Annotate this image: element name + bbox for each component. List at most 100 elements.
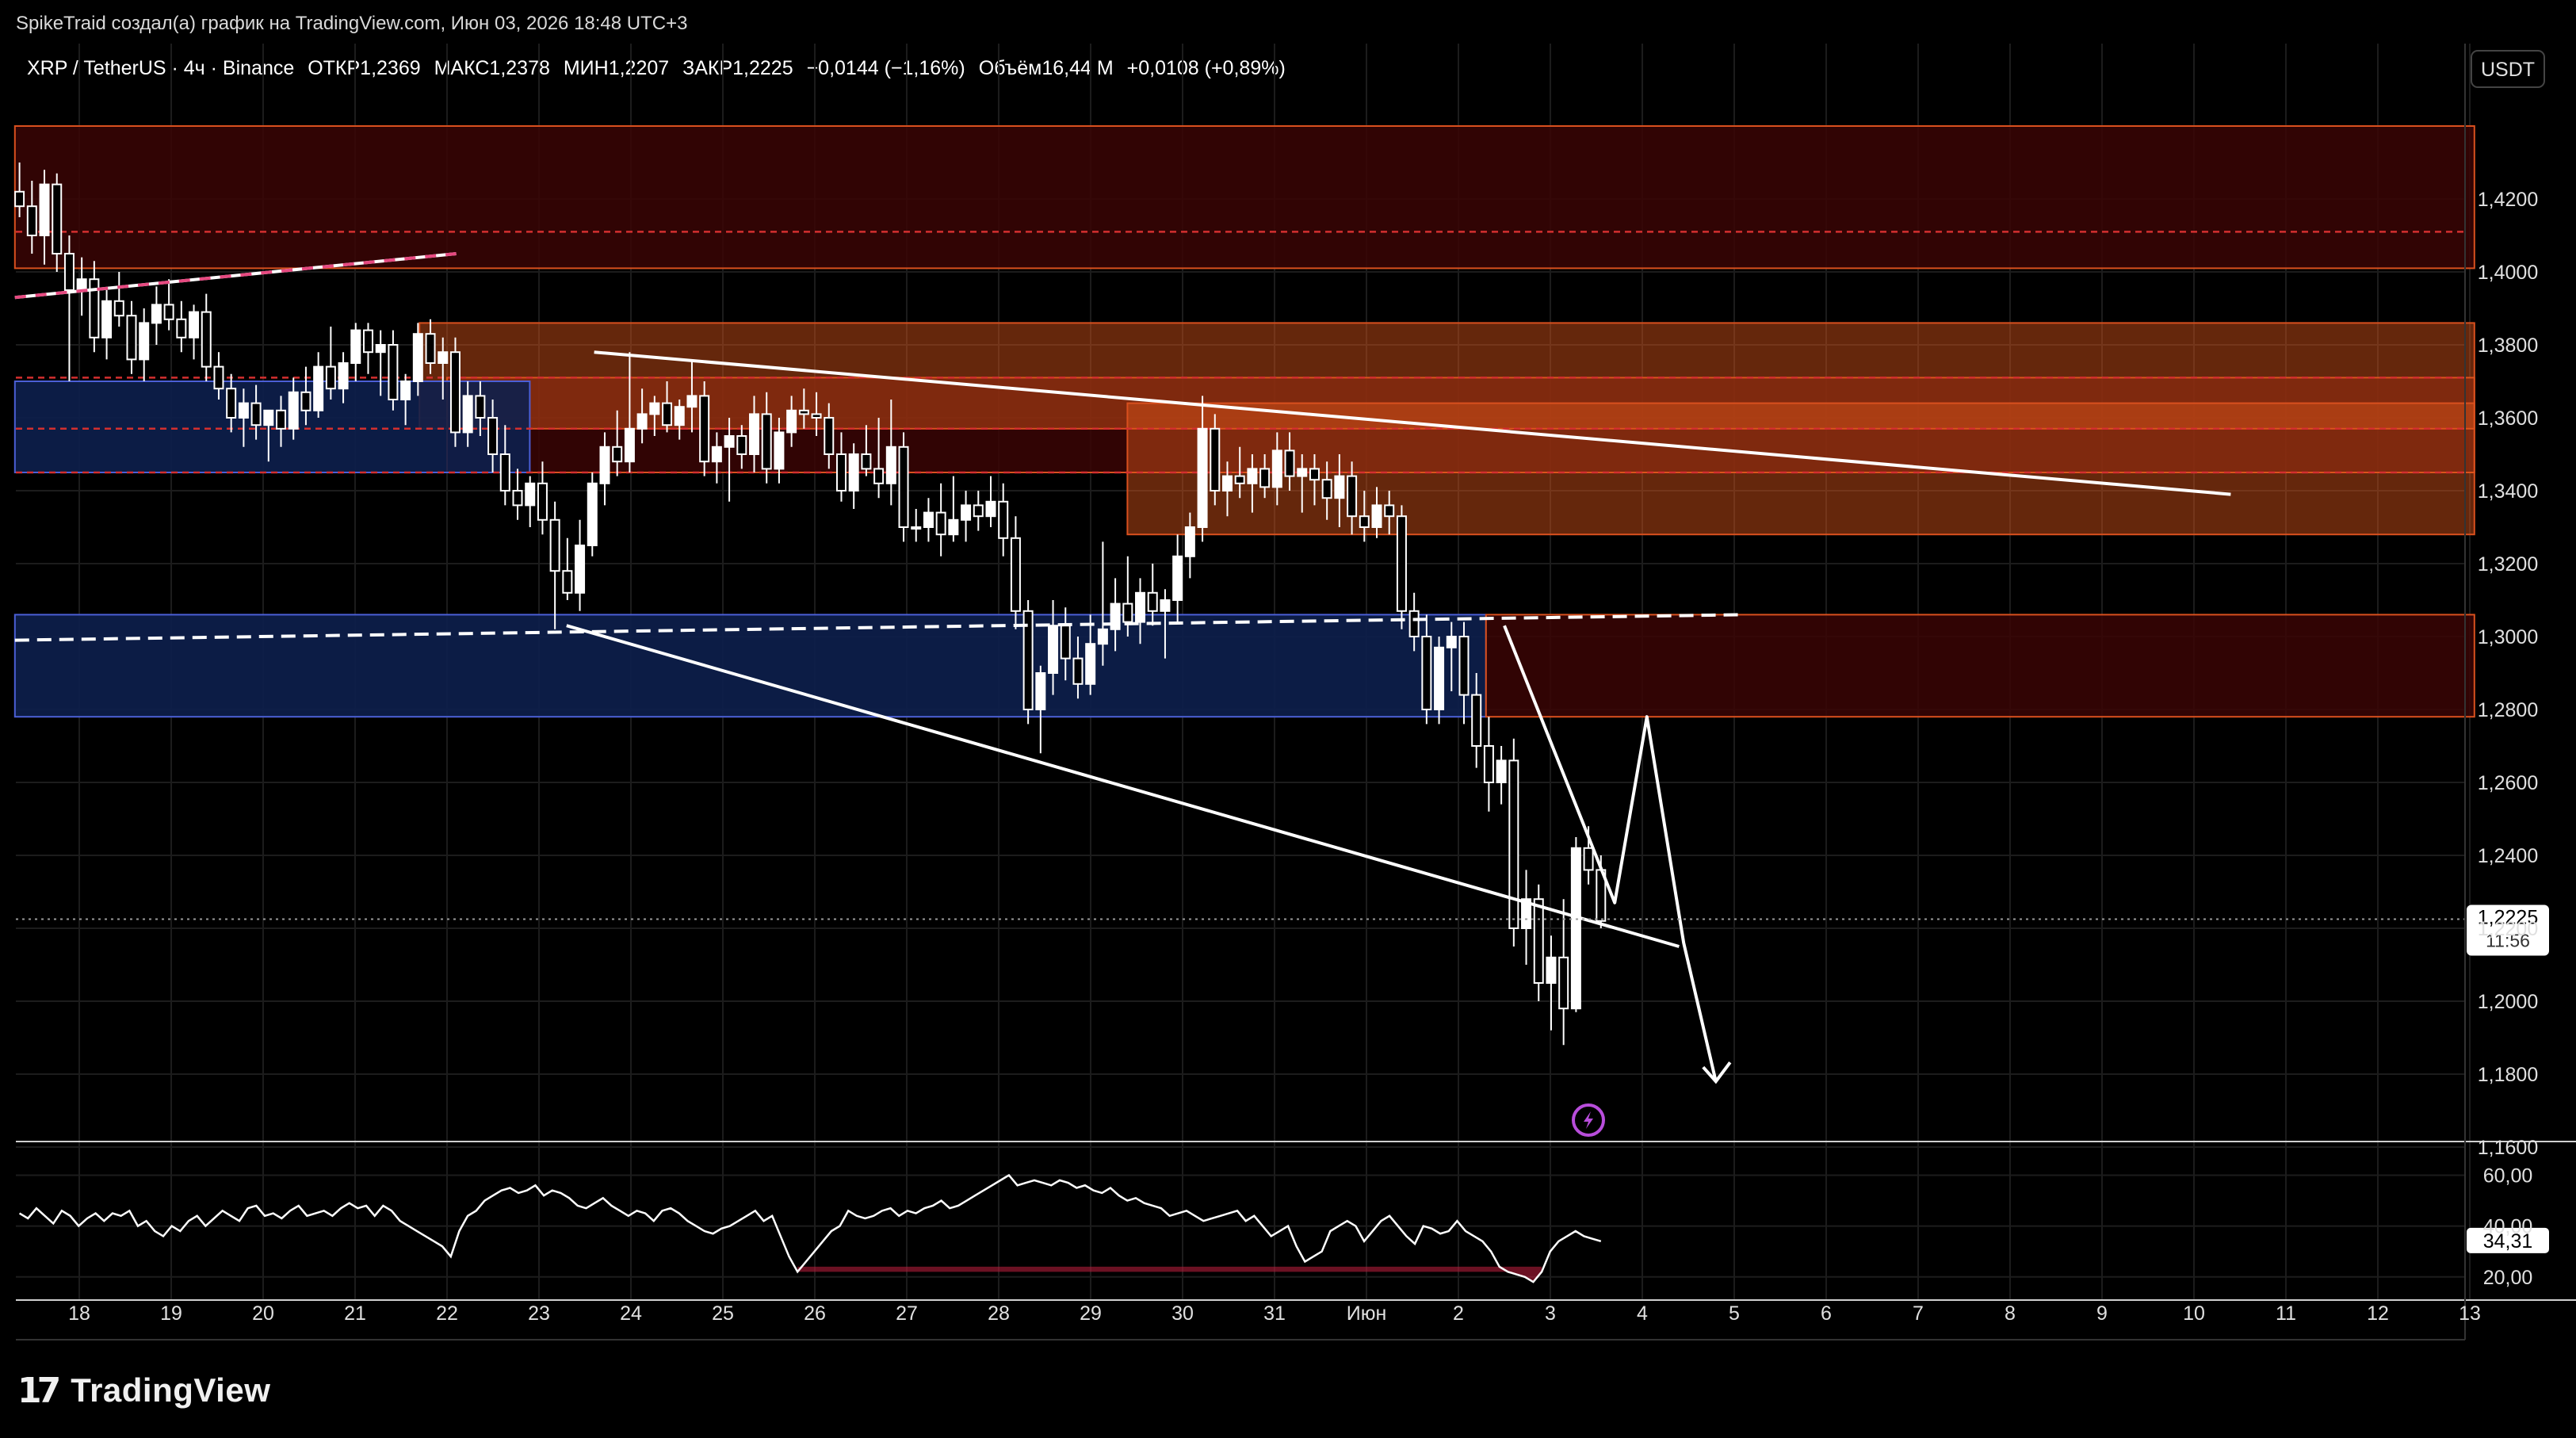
zone-red xyxy=(1485,614,2475,718)
candle-body-up xyxy=(636,413,648,430)
candle xyxy=(325,327,336,400)
price-tick-label: 1,3000 xyxy=(2478,626,2538,648)
chart-canvas[interactable]: 1,222511:56 34,31 1,42001,40001,38001,36… xyxy=(0,0,2576,1438)
time-tick-label: 22 xyxy=(436,1302,458,1325)
candle xyxy=(699,381,710,476)
time-tick-label: 8 xyxy=(2005,1302,2016,1325)
candle-body-down xyxy=(362,329,373,354)
candle-body-down xyxy=(898,446,909,528)
candle-body-up xyxy=(1221,475,1233,491)
price-tick-label: 1,2800 xyxy=(2478,699,2538,721)
candle-body-up xyxy=(711,446,722,463)
candle-body-up xyxy=(412,333,423,383)
candle-body-down xyxy=(1284,449,1295,477)
candle-body-down xyxy=(113,300,124,317)
candle-body-down xyxy=(475,395,486,419)
candle-body-down xyxy=(861,453,872,470)
candle xyxy=(101,290,113,360)
candle-body-down xyxy=(1010,537,1021,612)
lightning-icon[interactable] xyxy=(1572,1103,1605,1137)
candle-body-up xyxy=(599,446,610,484)
candle-body-up xyxy=(911,526,922,530)
candle xyxy=(935,483,946,556)
candle-body-up xyxy=(624,427,635,463)
time-tick-label: 24 xyxy=(620,1302,642,1325)
candle-body-up xyxy=(1160,599,1171,612)
candle-body-down xyxy=(835,453,847,491)
candle xyxy=(512,468,523,520)
candle-body-up xyxy=(1496,759,1507,784)
candle-body-up xyxy=(313,365,324,411)
candle-body-down xyxy=(736,435,747,455)
candle-body-down xyxy=(699,395,710,463)
time-tick-label: 10 xyxy=(2183,1302,2205,1325)
candle-body-down xyxy=(1408,610,1420,637)
candle xyxy=(1570,837,1581,1012)
time-tick-label: 4 xyxy=(1637,1302,1648,1325)
candle-body-down xyxy=(26,205,37,237)
candle-body-down xyxy=(276,409,287,430)
candle-body-up xyxy=(139,322,150,361)
candle-body-down xyxy=(1321,479,1332,499)
candle-body-down xyxy=(388,344,399,400)
candle-body-down xyxy=(761,413,772,470)
currency-label[interactable]: USDT xyxy=(2471,50,2545,88)
candle-body-down xyxy=(499,453,510,491)
candle-body-up xyxy=(1184,526,1195,557)
candle-body-down xyxy=(1234,475,1245,484)
candle-body-up xyxy=(525,482,536,507)
brand-name: TradingView xyxy=(71,1371,271,1409)
candle-body-down xyxy=(1558,956,1569,1010)
candle-body-up xyxy=(1135,591,1146,623)
candle-body-up xyxy=(1035,672,1046,710)
candle-body-up xyxy=(101,300,113,338)
candle-body-down xyxy=(52,183,63,255)
candle xyxy=(1558,899,1569,1046)
candle-body-down xyxy=(998,500,1009,539)
candle-body-up xyxy=(375,344,386,354)
candle xyxy=(973,491,984,531)
candle-body-down xyxy=(213,365,224,390)
candle-body-up xyxy=(338,362,349,390)
candle-body-down xyxy=(487,417,499,455)
candle xyxy=(63,235,75,381)
candle xyxy=(89,261,100,353)
price-tick-label: 1,3200 xyxy=(2478,553,2538,576)
candle-body-up xyxy=(263,409,274,426)
time-tick-label: 27 xyxy=(896,1302,918,1325)
candle-body-up xyxy=(1446,636,1457,648)
candle xyxy=(189,304,200,360)
candle xyxy=(1022,600,1034,725)
rsi-tick-label: 20,00 xyxy=(2483,1267,2533,1289)
rsi-tick-label: 40,00 xyxy=(2483,1216,2533,1238)
tradingview-branding[interactable]: 17 TradingView xyxy=(17,1370,270,1411)
candle xyxy=(948,476,959,542)
time-tick-label: 5 xyxy=(1729,1302,1740,1325)
candle-body-down xyxy=(1458,636,1470,696)
candle-body-down xyxy=(549,518,560,572)
candle-body-down xyxy=(1483,745,1494,783)
candle xyxy=(126,300,137,374)
candle-body-down xyxy=(973,504,984,518)
candle xyxy=(388,330,399,411)
candle-body-up xyxy=(1434,646,1445,710)
time-tick-label: 6 xyxy=(1821,1302,1832,1325)
projection-arrow-head xyxy=(1702,1061,1732,1084)
candle xyxy=(1172,534,1183,622)
candle-body-up xyxy=(923,511,934,528)
time-tick-label: 18 xyxy=(68,1302,90,1325)
candle xyxy=(1508,738,1519,947)
time-tick-label: 29 xyxy=(1080,1302,1102,1325)
candle xyxy=(549,501,560,629)
price-tick-label: 1,1600 xyxy=(2478,1137,2538,1159)
candle-body-down xyxy=(1421,636,1432,710)
price-tick-label: 1,4200 xyxy=(2478,189,2538,211)
candle-body-up xyxy=(1297,468,1308,477)
candle-body-up xyxy=(350,329,361,365)
last-price-layer: 1,222511:56 xyxy=(16,904,2549,956)
candle xyxy=(1546,935,1557,1031)
candle-body-down xyxy=(201,311,212,368)
candle-body-down xyxy=(935,511,946,536)
candle-body-up xyxy=(1546,956,1557,985)
candle-body-up xyxy=(985,500,996,518)
